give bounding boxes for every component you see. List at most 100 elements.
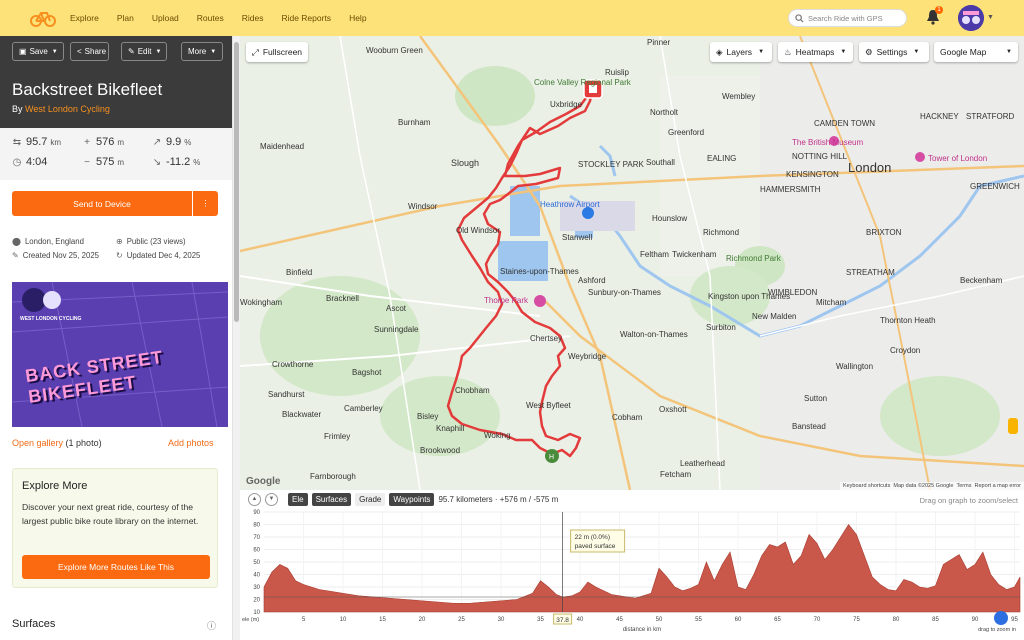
x-tick-label: 85 — [932, 617, 939, 623]
x-tick-label: 25 — [458, 617, 465, 623]
street-view-pegman-icon[interactable] — [1008, 418, 1018, 434]
map-label: Croydon — [890, 346, 921, 355]
map-type-select[interactable]: Google Map ▼ — [934, 42, 1018, 62]
map-label: Thornton Heath — [880, 316, 936, 325]
nav-routes[interactable]: Routes — [197, 13, 224, 23]
search-icon — [795, 13, 804, 23]
descent-unit: m — [117, 157, 125, 167]
gallery-count: (1 photo) — [65, 438, 102, 448]
map-label: GREENWICH — [970, 182, 1020, 191]
terms-link[interactable]: Terms — [956, 483, 971, 489]
stat-ascent: +576 m — [82, 136, 124, 148]
map-label: Sutton — [804, 394, 828, 403]
created-text: Created Nov 25, 2025 — [22, 251, 99, 260]
explore-more-button[interactable]: Explore More Routes Like This — [22, 555, 210, 579]
map-label: Southall — [646, 158, 675, 167]
route-actions: ▣ Save ▼ < Share ✎ Edit ▼ More ▼ — [12, 42, 229, 61]
map-label: Stanwell — [562, 233, 593, 242]
elevation-chart[interactable]: 10 20 30 40 50 60 70 80 90 5 10 15 20 25 30 35 40 45 50 55 6… — [240, 500, 1024, 640]
plus-icon: + — [84, 136, 90, 148]
search-input[interactable]: Search Ride with GPS — [788, 9, 907, 27]
grade-up-unit: % — [184, 137, 192, 147]
x-tick-label: 40 — [577, 617, 584, 623]
layers-button[interactable]: ◈ Layers ▼ — [710, 42, 772, 62]
fullscreen-button[interactable]: ⤢ Fullscreen — [246, 42, 309, 62]
y-tick-label: 40 — [253, 573, 260, 579]
map-label: Richmond — [703, 228, 740, 237]
x-tick-label: 20 — [419, 617, 426, 623]
google-logo: Google — [246, 476, 281, 487]
bike-logo-icon[interactable] — [30, 8, 56, 28]
chevron-down-icon: ▼ — [210, 48, 217, 55]
settings-button[interactable]: ⚙ Settings ▼ — [859, 42, 929, 62]
send-to-device-button[interactable]: Send to Device ⋮ — [12, 191, 218, 216]
keyboard-shortcuts-link[interactable]: Keyboard shortcuts — [843, 483, 890, 489]
grade-down-unit: % — [193, 157, 201, 167]
map-label: Leatherhead — [680, 459, 725, 468]
share-label: Share — [84, 47, 107, 56]
info-icon[interactable]: ⓘ — [207, 619, 216, 632]
map-label: Sunningdale — [374, 325, 419, 334]
by-prefix: By — [12, 104, 23, 114]
nav-upload[interactable]: Upload — [152, 13, 179, 23]
map-label: Farnborough — [310, 472, 356, 481]
map-label: NOTTING HILL — [792, 152, 848, 161]
sidebar-scrollbar[interactable] — [232, 36, 240, 640]
x-tick-label: 15 — [379, 617, 386, 623]
notification-badge: 1 — [935, 6, 943, 14]
map-label: Fetcham — [660, 470, 692, 479]
map-label: Woking — [484, 431, 511, 440]
ascent-unit: m — [117, 137, 125, 147]
map-label: The British Museum — [792, 138, 864, 147]
share-button[interactable]: < Share — [70, 42, 109, 61]
nav-rides[interactable]: Rides — [242, 13, 264, 23]
location-pin-icon: ⬤ — [12, 237, 21, 246]
x-tick-label: 80 — [893, 617, 900, 623]
y-tick-label: 80 — [253, 523, 260, 529]
map-label: Heathrow Airport — [540, 200, 600, 209]
map-label: Blackwater — [282, 410, 322, 419]
map-label: EALING — [707, 154, 737, 163]
add-photos-link[interactable]: Add photos — [168, 438, 214, 448]
save-button[interactable]: ▣ Save ▼ — [12, 42, 64, 61]
avatar[interactable] — [958, 5, 984, 31]
x-tick-label: 90 — [972, 617, 979, 623]
y-tick-label: 10 — [253, 610, 260, 616]
more-options-icon[interactable]: ⋮ — [192, 191, 218, 216]
heatmaps-button[interactable]: ♨ Heatmaps ▼ — [778, 42, 853, 62]
map-label: New Malden — [752, 312, 797, 321]
refresh-icon: ↻ — [116, 251, 123, 260]
nav-help[interactable]: Help — [349, 13, 366, 23]
edit-button[interactable]: ✎ Edit ▼ — [121, 42, 167, 61]
chevron-down-icon[interactable]: ▼ — [987, 14, 994, 21]
nav-explore[interactable]: Explore — [70, 13, 99, 23]
route-photo[interactable]: WEST LONDON CYCLING BACK STREET BIKEFLEE… — [12, 282, 228, 427]
x-tick-label: 45 — [616, 617, 623, 623]
map-label: Burnham — [398, 118, 431, 127]
scrollbar-thumb[interactable] — [234, 42, 239, 322]
route-map[interactable]: H ⤢ Fullscreen ◈ Layers ▼ ♨ Heatmaps ▼ ⚙ Setti… — [240, 36, 1024, 490]
tooltip-elevation: 22 m (0.0%) — [575, 534, 610, 541]
nav-ride-reports[interactable]: Ride Reports — [281, 13, 331, 23]
layers-label: Layers — [726, 47, 753, 57]
map-label: Hounslow — [652, 214, 688, 223]
nav-plan[interactable]: Plan — [117, 13, 134, 23]
open-gallery-link[interactable]: Open gallery — [12, 438, 63, 448]
map-label: Thorpe Park — [484, 296, 529, 305]
clock-icon: ◷ — [12, 156, 22, 168]
map-label: Tower of London — [928, 154, 988, 163]
map-label: CAMDEN TOWN — [814, 119, 876, 128]
map-label: Ruislip — [605, 68, 630, 77]
route-sidebar: ▣ Save ▼ < Share ✎ Edit ▼ More ▼ Backstreet Bi… — [0, 36, 232, 640]
fullscreen-label: Fullscreen — [262, 47, 303, 57]
y-tick-label: 90 — [253, 510, 260, 516]
location-text: London, England — [24, 237, 84, 246]
map-label: Greenford — [668, 128, 705, 137]
author-link[interactable]: West London Cycling — [25, 104, 110, 114]
map-label: Crowthorne — [272, 360, 314, 369]
report-error-link[interactable]: Report a map error — [975, 483, 1021, 489]
chevron-down-icon: ▼ — [51, 48, 58, 55]
more-button[interactable]: More ▼ — [181, 42, 223, 61]
chevron-down-icon: ▼ — [1006, 49, 1012, 55]
save-icon: ▣ — [19, 47, 27, 56]
